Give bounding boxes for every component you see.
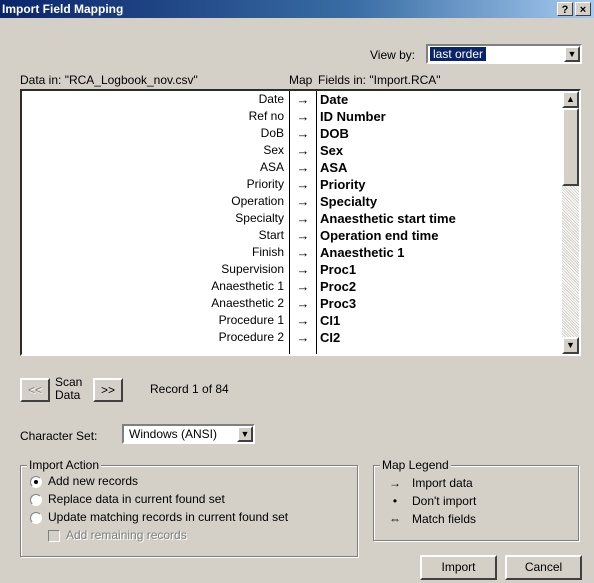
source-field-row: DoB [260,126,284,140]
target-field-row[interactable]: ID Number [318,108,558,125]
import-arrow-icon[interactable]: → [290,176,316,193]
view-by-select[interactable]: last order ▼ [426,44,582,64]
help-button[interactable]: ? [557,2,573,16]
source-field-row: Sex [263,143,284,157]
target-field-row[interactable]: Anaesthetic 1 [318,244,558,261]
target-field-row[interactable]: Date [318,91,558,108]
legend-dont-import: Don't import [412,494,477,508]
close-button[interactable]: × [575,2,591,16]
window-title: Import Field Mapping [2,2,124,16]
scroll-up-icon[interactable]: ▲ [562,91,579,108]
import-arrow-icon[interactable]: → [290,227,316,244]
source-field-row: Finish [251,245,284,259]
target-field-row[interactable]: Priority [318,176,558,193]
import-data-icon: → [389,476,401,490]
source-field-row: Procedure 1 [218,313,284,327]
source-field-row: Operation [231,194,284,208]
view-by-label: View by: [370,48,416,62]
target-field-row[interactable]: CI2 [318,329,558,346]
target-table-header: Fields in: "Import.RCA" [318,73,441,87]
target-field-row[interactable]: CI1 [318,312,558,329]
target-fields-column[interactable]: Date ID Number DOB Sex ASA Priority Specialty A… [318,91,558,354]
import-arrow-icon[interactable]: → [290,125,316,142]
import-arrow-icon[interactable]: → [290,142,316,159]
target-field-row[interactable]: Specialty [318,193,558,210]
radio-update-matching[interactable] [30,512,42,524]
option-add-new-records[interactable]: Add new records [48,474,138,488]
option-update-matching[interactable]: Update matching records in current found… [48,510,288,524]
charset-select[interactable]: Windows (ANSI) ▼ [122,424,255,444]
record-counter: Record 1 of 84 [150,382,229,396]
source-field-row: Anaesthetic 2 [211,296,284,310]
charset-value: Windows (ANSI) [129,427,218,441]
source-fields-column: Date Ref no DoB Sex ASA Priority Operation Spec… [22,91,288,354]
source-field-row: Procedure 2 [218,330,284,344]
source-file-header: Data in: "RCA_Logbook_nov.csv" [20,73,198,87]
scan-next-button[interactable]: >> [93,378,123,402]
vertical-scrollbar[interactable]: ▲ ▼ [562,91,579,354]
dont-import-icon: • [392,494,398,508]
target-field-row[interactable]: Anaesthetic start time [318,210,558,227]
import-arrow-icon[interactable]: → [290,193,316,210]
source-field-row: Supervision [221,262,284,276]
map-legend-title: Map Legend [380,458,451,472]
field-mapping-list[interactable]: Date Ref no DoB Sex ASA Priority Operation Spec… [20,89,581,356]
view-by-value: last order [430,47,487,61]
import-arrow-icon[interactable]: → [290,312,316,329]
title-bar: Import Field Mapping ? × [0,0,594,18]
import-button[interactable]: Import [420,555,497,580]
charset-label: Character Set: [20,429,98,443]
import-arrow-icon[interactable]: → [290,278,316,295]
target-field-row[interactable]: Proc1 [318,261,558,278]
radio-replace-data[interactable] [30,494,42,506]
option-replace-data[interactable]: Replace data in current found set [48,492,225,506]
map-column-header: Map [289,73,313,87]
target-field-row[interactable]: DOB [318,125,558,142]
scroll-thumb[interactable] [562,108,579,186]
data-label: Data [55,388,81,402]
source-field-row: Ref no [248,109,284,123]
target-field-row[interactable]: ASA [318,159,558,176]
source-field-row: Date [258,92,284,106]
target-field-row[interactable]: Sex [318,142,558,159]
import-arrow-icon[interactable]: → [290,261,316,278]
import-action-title: Import Action [27,458,102,472]
import-arrow-icon[interactable]: → [290,329,316,346]
import-arrow-icon[interactable]: → [290,244,316,261]
legend-import-data: Import data [412,476,473,490]
scan-data-label: Scan Data [55,376,82,402]
target-field-row[interactable]: Operation end time [318,227,558,244]
import-arrow-icon[interactable]: → [290,210,316,227]
radio-add-new-records[interactable] [30,476,42,488]
map-arrows-column[interactable]: → → → → → → → → → → → → → → → [289,91,317,354]
legend-match-fields: Match fields [412,512,477,526]
source-field-row: Start [258,228,284,242]
match-fields-icon: ⇔ [389,512,401,526]
import-arrow-icon[interactable]: → [290,159,316,176]
chevron-down-icon[interactable]: ▼ [564,46,580,62]
import-field-mapping-dialog: Import Field Mapping ? × View by: last o… [0,0,594,583]
scroll-down-icon[interactable]: ▼ [562,337,579,354]
scan-prev-button[interactable]: << [20,378,50,402]
cancel-button[interactable]: Cancel [505,555,582,580]
source-field-row: Anaesthetic 1 [211,279,284,293]
source-field-row: Priority [246,177,284,191]
radio-selected-dot [34,480,38,484]
import-arrow-icon[interactable]: → [290,295,316,312]
add-remaining-checkbox[interactable] [48,530,60,542]
import-arrow-icon[interactable]: → [290,108,316,125]
chevron-down-icon[interactable]: ▼ [237,426,253,442]
source-field-row: Specialty [235,211,284,225]
target-field-row[interactable]: Proc3 [318,295,558,312]
import-arrow-icon[interactable]: → [290,91,316,108]
add-remaining-label: Add remaining records [66,528,187,542]
target-field-row[interactable]: Proc2 [318,278,558,295]
source-field-row: ASA [259,160,284,174]
